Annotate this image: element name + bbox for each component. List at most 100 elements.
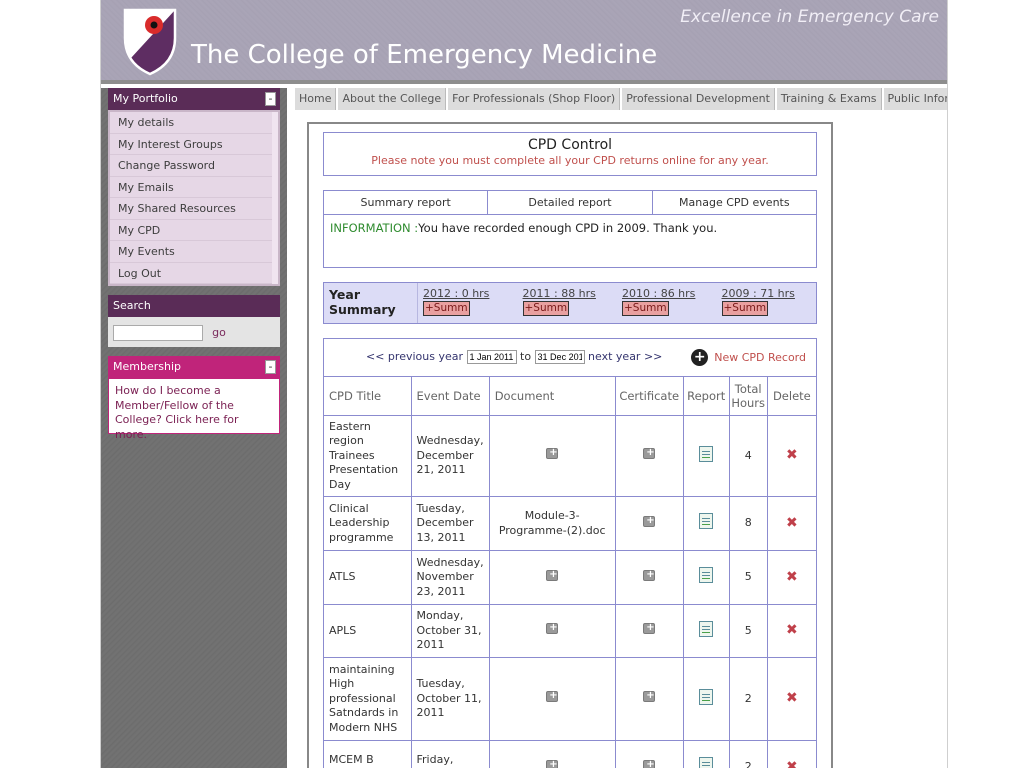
document-cell	[489, 740, 616, 768]
document-cell	[489, 604, 616, 658]
previous-year-link[interactable]: << previous year	[366, 350, 463, 363]
portfolio-item-change-password[interactable]: Change Password	[110, 155, 272, 177]
col-report[interactable]: Report	[683, 377, 730, 416]
upload-document-icon[interactable]	[546, 568, 559, 582]
summary-button[interactable]: +Summ	[522, 301, 570, 316]
col-delete[interactable]: Delete	[767, 377, 816, 416]
nav-tab-for-professionals[interactable]: For Professionals (Shop Floor)	[448, 88, 621, 110]
year-hours-link[interactable]: 2010 : 86 hrs	[622, 287, 712, 300]
table-row: APLS Monday, October 31, 2011 5 ✖	[324, 604, 816, 658]
nav-tab-home[interactable]: Home	[295, 88, 337, 110]
report-icon[interactable]	[699, 688, 714, 705]
upload-document-icon[interactable]	[546, 758, 559, 768]
new-cpd-record-button[interactable]: + New CPD Record	[691, 349, 806, 366]
delete-icon[interactable]: ✖	[786, 569, 798, 585]
portfolio-item-my-events[interactable]: My Events	[110, 241, 272, 263]
upload-certificate-icon[interactable]	[643, 758, 656, 768]
report-icon[interactable]	[699, 757, 714, 768]
col-document[interactable]: Document	[489, 377, 616, 416]
year-hours-link[interactable]: 2011 : 88 hrs	[523, 287, 613, 300]
search-input[interactable]	[113, 324, 203, 341]
college-crest-logo[interactable]	[123, 8, 177, 76]
delete-icon[interactable]: ✖	[786, 447, 798, 463]
certificate-cell	[615, 657, 684, 741]
total-hours-cell: 4	[729, 415, 768, 497]
report-cell	[683, 604, 730, 658]
portfolio-item-my-cpd[interactable]: My CPD	[110, 219, 272, 241]
col-total-hours[interactable]: Total Hours	[729, 377, 768, 416]
portfolio-item-log-out[interactable]: Log Out	[110, 262, 272, 284]
delete-icon[interactable]: ✖	[786, 690, 798, 706]
col-cpd-title[interactable]: CPD Title	[324, 377, 412, 416]
total-hours-cell: 8	[729, 496, 768, 551]
report-cell	[683, 740, 730, 768]
to-date-input[interactable]	[534, 350, 585, 364]
cpd-records: << previous year to next year >> + New C…	[323, 338, 817, 768]
table-row: Clinical Leadership programme Tuesday, D…	[324, 496, 816, 551]
year-summary-title: Year Summary	[324, 283, 418, 323]
summary-button[interactable]: +Summ	[622, 301, 669, 316]
table-row: MCEM B marking day Friday, October 07, 2…	[324, 740, 816, 768]
year-summary-title-line2: Summary	[329, 302, 396, 317]
col-certificate[interactable]: Certificate	[615, 377, 684, 416]
upload-certificate-icon[interactable]	[643, 446, 656, 461]
search-box: go	[108, 317, 280, 347]
col-event-date[interactable]: Event Date	[411, 377, 490, 416]
year-hours-link[interactable]: 2009 : 71 hrs	[722, 287, 812, 300]
search-go-button[interactable]: go	[212, 326, 226, 339]
portfolio-item-my-shared-resources[interactable]: My Shared Resources	[110, 198, 272, 220]
table-row: ATLS Wednesday, November 23, 2011 5 ✖	[324, 550, 816, 605]
report-icon[interactable]	[699, 620, 714, 637]
summary-button[interactable]: +Summ	[721, 301, 769, 316]
info-message: INFORMATION :You have recorded enough CP…	[324, 215, 816, 241]
upload-certificate-icon[interactable]	[643, 621, 656, 636]
summary-button[interactable]: +Summ	[423, 301, 470, 316]
year-summary-cell: 2009 : 71 hrs +Summ	[717, 283, 817, 323]
from-date-input[interactable]	[466, 350, 517, 364]
upload-certificate-icon[interactable]	[643, 514, 656, 528]
upload-certificate-icon[interactable]	[643, 689, 656, 704]
delete-cell: ✖	[767, 415, 816, 497]
cpd-title-cell: Eastern region Trainees Presentation Day	[324, 415, 412, 497]
delete-icon[interactable]: ✖	[786, 515, 798, 531]
portfolio-collapse-button[interactable]: -	[265, 92, 276, 106]
next-year-link[interactable]: next year >>	[588, 350, 662, 363]
detailed-report-link[interactable]: Detailed report	[488, 191, 653, 214]
portfolio-item-my-emails[interactable]: My Emails	[110, 176, 272, 198]
cpd-control-box: CPD Control Please note you must complet…	[323, 132, 817, 176]
delete-icon[interactable]: ✖	[786, 622, 798, 638]
delete-cell: ✖	[767, 740, 816, 768]
cpd-content: CPD Control Please note you must complet…	[323, 132, 817, 768]
nav-tab-public-information[interactable]: Public Information	[883, 88, 947, 110]
total-hours-cell: 5	[729, 604, 768, 658]
summary-report-link[interactable]: Summary report	[324, 191, 489, 214]
cpd-title-cell: APLS	[324, 604, 412, 658]
manage-cpd-events-link[interactable]: Manage CPD events	[653, 191, 816, 214]
report-icon[interactable]	[699, 445, 714, 462]
cpd-title-cell: maintaining High professional Satndards …	[324, 657, 412, 741]
membership-collapse-button[interactable]: -	[265, 360, 276, 374]
nav-tab-about-the-college[interactable]: About the College	[338, 88, 447, 110]
report-icon[interactable]	[699, 513, 714, 530]
report-box: Summary report Detailed report Manage CP…	[323, 190, 817, 268]
upload-document-icon[interactable]	[546, 621, 559, 636]
document-link[interactable]: Module-3-Programme-(2).doc	[489, 496, 616, 551]
nav-tab-training-exams[interactable]: Training & Exams	[776, 88, 882, 110]
nav-tab-professional-development[interactable]: Professional Development	[622, 88, 775, 110]
delete-cell: ✖	[767, 496, 816, 551]
upload-document-icon[interactable]	[546, 446, 559, 461]
membership-link[interactable]: How do I become a Member/Fellow of the C…	[108, 378, 280, 441]
year-summary-cell: 2011 : 88 hrs +Summ	[518, 283, 618, 323]
year-hours-link[interactable]: 2012 : 0 hrs	[423, 287, 513, 300]
portfolio-item-my-interest-groups[interactable]: My Interest Groups	[110, 133, 272, 155]
portfolio-menu: My details My Interest Groups Change Pas…	[108, 110, 280, 286]
report-icon[interactable]	[699, 567, 714, 584]
upload-document-icon[interactable]	[546, 689, 559, 704]
to-label: to	[520, 350, 532, 363]
upload-certificate-icon[interactable]	[643, 568, 656, 582]
portfolio-item-my-details[interactable]: My details	[110, 112, 272, 134]
new-cpd-record-label: New CPD Record	[714, 351, 806, 364]
membership-panel-title: Membership	[113, 360, 181, 373]
add-icon: +	[691, 349, 709, 366]
delete-icon[interactable]: ✖	[786, 759, 798, 768]
